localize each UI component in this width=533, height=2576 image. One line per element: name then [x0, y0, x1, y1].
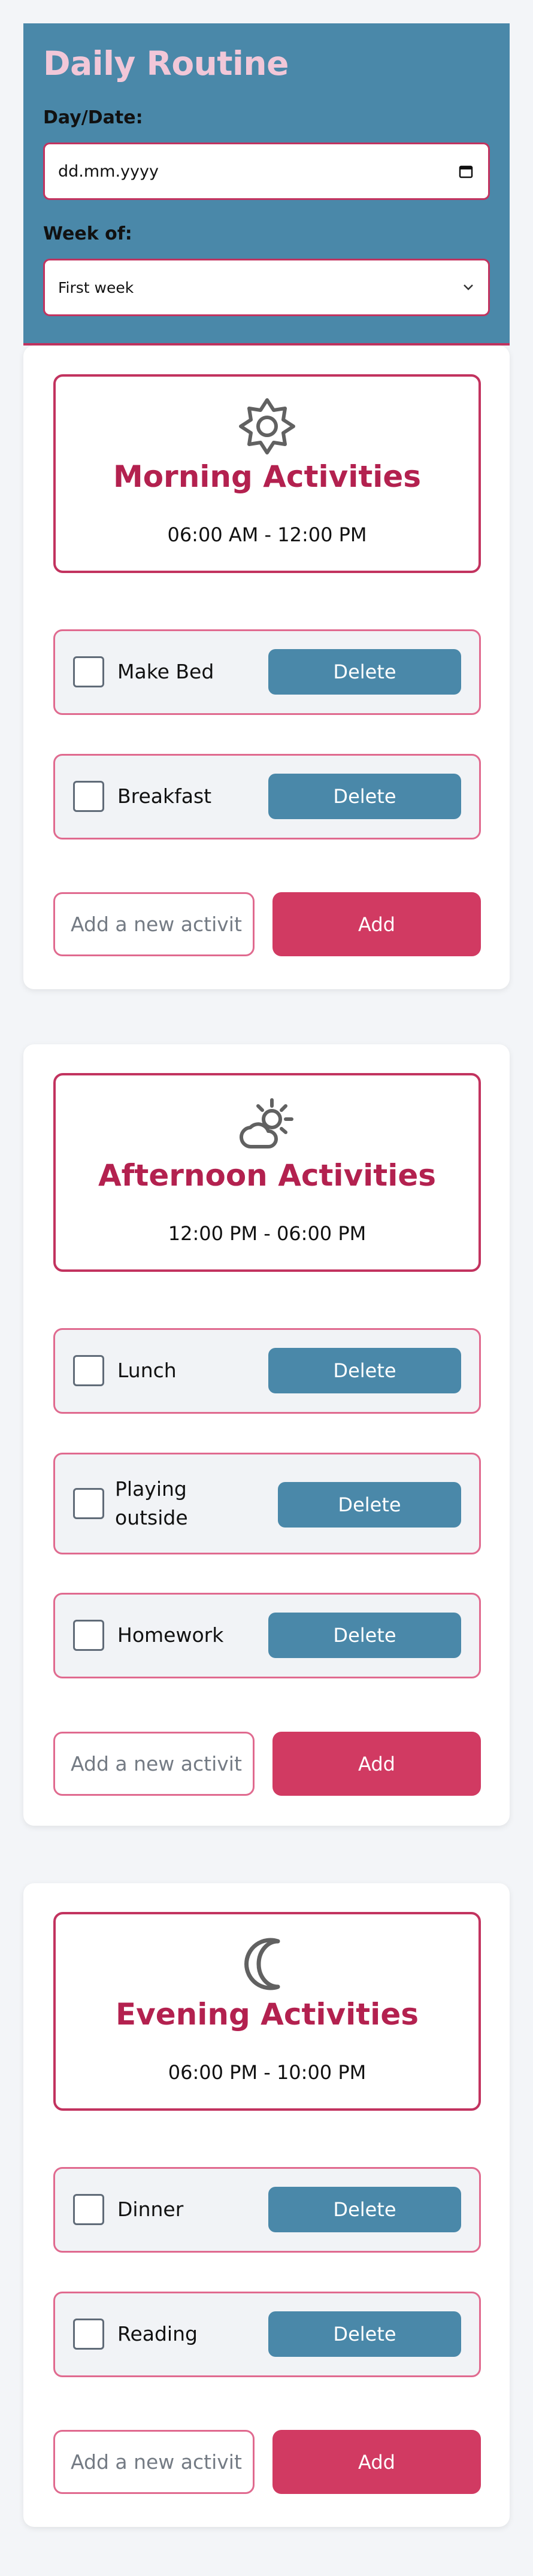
activity-checkbox[interactable] — [73, 1355, 104, 1386]
activity-label: Playing outside — [115, 1475, 188, 1532]
sun-icon — [239, 398, 295, 454]
activity-item: Make Bed Delete — [53, 629, 481, 715]
section-header: Evening Activities 06:00 PM - 10:00 PM — [53, 1912, 481, 2111]
add-button[interactable]: Add — [272, 2430, 481, 2494]
add-button[interactable]: Add — [272, 892, 481, 956]
delete-button[interactable]: Delete — [268, 649, 461, 695]
section-header: Morning Activities 06:00 AM - 12:00 PM — [53, 374, 481, 573]
delete-button[interactable]: Delete — [268, 2187, 461, 2232]
section-title: Evening Activities — [115, 1997, 419, 2032]
app-title: Daily Routine — [43, 44, 289, 83]
sun-cloud-icon — [240, 1098, 293, 1149]
activity-label-line: outside — [115, 1506, 188, 1529]
new-activity-placeholder: Add a new activit — [71, 913, 242, 936]
week-select-value: First week — [58, 278, 134, 296]
section-morning: Morning Activities 06:00 AM - 12:00 PM M… — [23, 346, 510, 989]
date-input-text: dd.mm.yyyy — [58, 162, 159, 181]
activity-item: Breakfast Delete — [53, 754, 481, 840]
activity-label-line: Playing — [115, 1477, 187, 1501]
section-time: 06:00 PM - 10:00 PM — [168, 2061, 367, 2084]
new-activity-input[interactable]: Add a new activit — [53, 1732, 255, 1796]
date-label: Day/Date: — [43, 107, 143, 128]
new-activity-input[interactable]: Add a new activit — [53, 2430, 255, 2494]
activity-label: Dinner — [117, 2198, 184, 2221]
date-input[interactable]: dd.mm.yyyy — [43, 143, 490, 200]
activity-label: Make Bed — [117, 660, 214, 683]
delete-button[interactable]: Delete — [268, 1613, 461, 1658]
delete-button[interactable]: Delete — [268, 774, 461, 819]
activity-checkbox[interactable] — [73, 781, 104, 812]
activity-checkbox[interactable] — [73, 2319, 104, 2350]
activity-item: Dinner Delete — [53, 2167, 481, 2253]
week-label: Week of: — [43, 223, 132, 244]
activity-item: Playing outside Delete — [53, 1453, 481, 1554]
section-time: 06:00 AM - 12:00 PM — [167, 523, 367, 546]
activity-label: Breakfast — [117, 784, 212, 808]
new-activity-placeholder: Add a new activit — [71, 1752, 242, 1775]
section-header: Afternoon Activities 12:00 PM - 06:00 PM — [53, 1073, 481, 1272]
section-title: Morning Activities — [113, 459, 422, 494]
section-title: Afternoon Activities — [98, 1158, 437, 1193]
activity-checkbox[interactable] — [73, 1488, 104, 1519]
section-time: 12:00 PM - 06:00 PM — [168, 1222, 367, 1245]
delete-button[interactable]: Delete — [268, 2311, 461, 2357]
activity-checkbox[interactable] — [73, 656, 104, 687]
section-evening: Evening Activities 06:00 PM - 10:00 PM D… — [23, 1883, 510, 2527]
week-select[interactable]: First week — [43, 259, 490, 316]
activity-item: Reading Delete — [53, 2292, 481, 2377]
activity-checkbox[interactable] — [73, 2194, 104, 2225]
activity-label: Lunch — [117, 1359, 177, 1382]
chevron-down-icon — [464, 284, 473, 290]
section-afternoon: Afternoon Activities 12:00 PM - 06:00 PM… — [23, 1044, 510, 1826]
activity-item: Homework Delete — [53, 1593, 481, 1678]
new-activity-input[interactable]: Add a new activit — [53, 892, 255, 956]
activity-item: Lunch Delete — [53, 1328, 481, 1414]
delete-button[interactable]: Delete — [268, 1348, 461, 1393]
activity-checkbox[interactable] — [73, 1620, 104, 1651]
moon-icon — [244, 1938, 280, 1990]
activity-label: Reading — [117, 2322, 198, 2345]
new-activity-placeholder: Add a new activit — [71, 2450, 242, 2474]
calendar-icon[interactable] — [458, 163, 474, 179]
add-button[interactable]: Add — [272, 1732, 481, 1796]
delete-button[interactable]: Delete — [278, 1482, 461, 1528]
header: Daily Routine Day/Date: dd.mm.yyyy Week … — [23, 23, 510, 346]
activity-label: Homework — [117, 1623, 224, 1647]
